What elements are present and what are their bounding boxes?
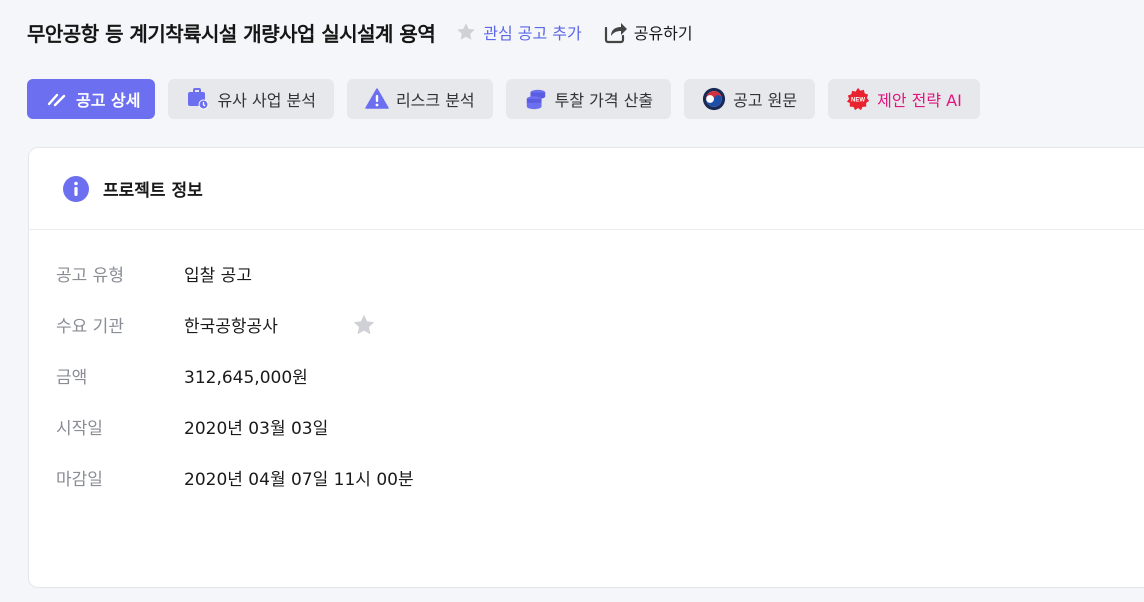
tab-label: 공고 원문 — [733, 91, 798, 110]
row-value: 한국공항공사 — [184, 317, 278, 337]
row-value: 2020년 03월 03일 — [184, 419, 329, 439]
row-value: 2020년 04월 07일 11시 00분 — [184, 470, 414, 490]
tab-label: 유사 사업 분석 — [217, 91, 316, 110]
info-rows: 공고 유형 입찰 공고 수요 기관 한국공항공사 금액 312,645,000원… — [29, 230, 1144, 503]
tab-label: 투찰 가격 산출 — [554, 91, 654, 110]
info-icon — [63, 175, 89, 202]
new-badge-icon: NEW — [846, 87, 870, 111]
page-header: 무안공항 등 계기착륙시설 개량사업 실시설계 용역 관심 공고 추가 공유하기 — [27, 14, 693, 50]
tab-notice-detail[interactable]: 공고 상세 — [27, 79, 156, 119]
info-row-demand-agency: 수요 기관 한국공항공사 — [29, 299, 1144, 350]
share-icon — [604, 23, 627, 44]
tab-original-notice[interactable]: 공고 원문 — [684, 79, 816, 119]
tab-label: 공고 상세 — [76, 91, 141, 110]
card-title: 프로젝트 정보 — [103, 181, 203, 201]
tab-proposal-ai[interactable]: NEW 제안 전략 AI — [828, 79, 980, 119]
star-icon — [457, 23, 475, 40]
row-label: 금액 — [56, 368, 88, 388]
add-favorite-button[interactable]: 관심 공고 추가 — [455, 20, 582, 44]
row-value: 312,645,000원 — [184, 368, 308, 388]
share-label: 공유하기 — [633, 24, 693, 43]
info-row-amount: 금액 312,645,000원 — [29, 350, 1144, 401]
row-label: 공고 유형 — [56, 266, 124, 286]
info-row-notice-type: 공고 유형 입찰 공고 — [29, 248, 1144, 299]
row-label: 마감일 — [56, 470, 103, 490]
tab-label: 리스크 분석 — [395, 91, 475, 110]
row-value: 입찰 공고 — [184, 266, 252, 286]
tab-risk-analysis[interactable]: 리스크 분석 — [346, 79, 493, 119]
add-favorite-label: 관심 공고 추가 — [483, 24, 582, 43]
info-row-start-date: 시작일 2020년 03월 03일 — [29, 401, 1144, 452]
coin-stack-icon — [524, 87, 548, 111]
taegeuk-icon — [702, 87, 726, 111]
briefcase-clock-icon — [186, 87, 210, 111]
share-button[interactable]: 공유하기 — [602, 19, 693, 45]
info-row-deadline: 마감일 2020년 04월 07일 11시 00분 — [29, 452, 1144, 503]
tab-similar-projects[interactable]: 유사 사업 분석 — [168, 79, 334, 119]
warning-triangle-icon — [365, 87, 389, 111]
tab-bid-price[interactable]: 투찰 가격 산출 — [505, 79, 672, 119]
row-label: 시작일 — [56, 419, 103, 439]
card-header: 프로젝트 정보 — [29, 148, 1144, 230]
svg-text:NEW: NEW — [851, 97, 865, 103]
page-title: 무안공항 등 계기착륙시설 개량사업 실시설계 용역 — [27, 21, 436, 46]
project-info-card: 프로젝트 정보 공고 유형 입찰 공고 수요 기관 한국공항공사 금액 312,… — [28, 147, 1144, 588]
star-icon[interactable] — [351, 312, 377, 338]
tab-label: 제안 전략 AI — [877, 91, 962, 110]
pencil-strokes-icon — [45, 87, 69, 111]
tab-bar: 공고 상세 유사 사업 분석 리스크 분석 투찰 가격 산출 공고 원문 NEW… — [27, 79, 993, 119]
row-label: 수요 기관 — [56, 317, 124, 337]
